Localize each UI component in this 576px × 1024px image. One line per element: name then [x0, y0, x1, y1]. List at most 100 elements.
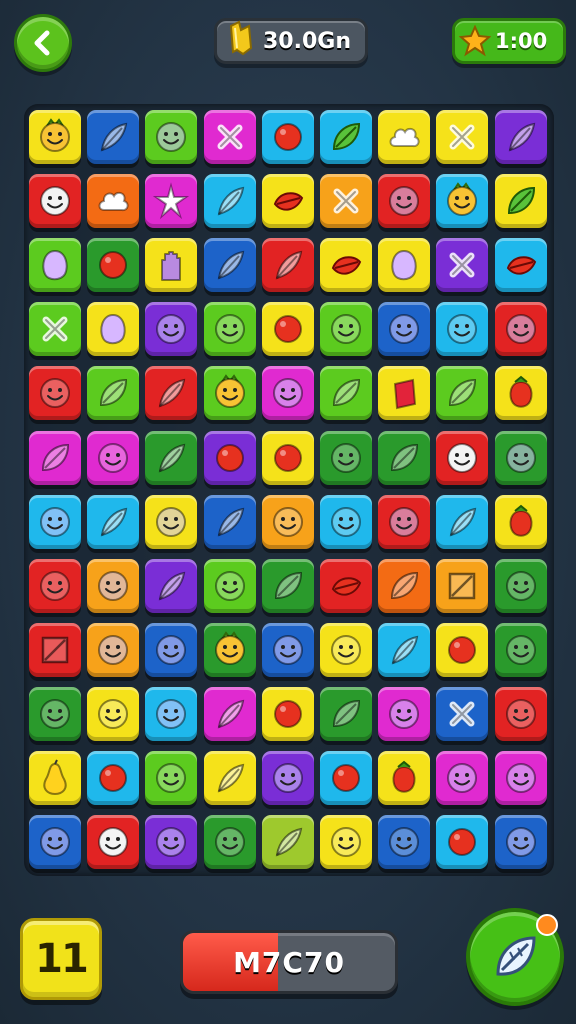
game-tile[interactable] [320, 238, 372, 293]
game-tile[interactable] [494, 110, 547, 164]
game-tile[interactable] [494, 494, 547, 549]
game-tile[interactable] [436, 366, 489, 421]
game-tile[interactable] [203, 751, 256, 805]
game-tile[interactable] [436, 238, 489, 293]
game-tile[interactable] [261, 302, 314, 357]
game-tile[interactable] [145, 430, 198, 485]
game-tile[interactable] [145, 494, 198, 549]
booster-button[interactable] [466, 908, 564, 1006]
game-tile[interactable] [494, 558, 547, 613]
game-tile[interactable] [320, 110, 372, 164]
game-tile[interactable] [494, 686, 547, 741]
game-tile[interactable] [203, 302, 256, 357]
game-tile[interactable] [436, 815, 489, 870]
game-tile[interactable] [145, 622, 198, 677]
game-tile[interactable] [436, 751, 489, 805]
game-tile[interactable] [320, 622, 372, 677]
game-tile[interactable] [87, 494, 140, 549]
game-tile[interactable] [29, 302, 81, 357]
game-tile[interactable] [378, 174, 431, 229]
game-tile[interactable] [29, 686, 81, 741]
game-tile[interactable] [436, 430, 489, 485]
game-tile[interactable] [494, 430, 547, 485]
game-tile[interactable] [29, 238, 81, 293]
game-tile[interactable] [320, 494, 372, 549]
game-tile[interactable] [87, 751, 140, 805]
game-tile[interactable] [378, 302, 431, 357]
game-tile[interactable] [29, 174, 81, 229]
game-tile[interactable] [494, 815, 547, 870]
back-button[interactable] [14, 14, 72, 72]
game-tile[interactable] [145, 238, 198, 293]
game-tile[interactable] [87, 174, 140, 229]
game-tile[interactable] [494, 238, 547, 293]
game-tile[interactable] [203, 366, 256, 421]
game-tile[interactable] [29, 751, 81, 805]
game-tile[interactable] [261, 622, 314, 677]
game-tile[interactable] [203, 686, 256, 741]
game-tile[interactable] [29, 558, 81, 613]
game-tile[interactable] [320, 751, 372, 805]
game-tile[interactable] [203, 110, 256, 164]
game-tile[interactable] [378, 558, 431, 613]
game-tile[interactable] [87, 238, 140, 293]
game-tile[interactable] [203, 494, 256, 549]
game-tile[interactable] [436, 558, 489, 613]
game-tile[interactable] [320, 302, 372, 357]
game-tile[interactable] [436, 174, 489, 229]
game-tile[interactable] [145, 174, 198, 229]
game-tile[interactable] [145, 110, 198, 164]
game-tile[interactable] [261, 110, 314, 164]
game-tile[interactable] [378, 110, 431, 164]
game-tile[interactable] [29, 430, 81, 485]
game-tile[interactable] [436, 302, 489, 357]
game-tile[interactable] [261, 430, 314, 485]
game-tile[interactable] [87, 302, 140, 357]
game-tile[interactable] [378, 494, 431, 549]
game-tile[interactable] [320, 558, 372, 613]
game-tile[interactable] [436, 686, 489, 741]
game-tile[interactable] [261, 815, 314, 870]
game-tile[interactable] [203, 430, 256, 485]
game-tile[interactable] [378, 751, 431, 805]
game-tile[interactable] [87, 430, 140, 485]
game-tile[interactable] [87, 366, 140, 421]
game-tile[interactable] [203, 238, 256, 293]
game-tile[interactable] [87, 110, 140, 164]
game-tile[interactable] [494, 366, 547, 421]
game-tile[interactable] [494, 622, 547, 677]
game-tile[interactable] [145, 302, 198, 357]
game-tile[interactable] [494, 174, 547, 229]
game-tile[interactable] [203, 558, 256, 613]
game-tile[interactable] [436, 110, 489, 164]
game-tile[interactable] [378, 815, 431, 870]
game-tile[interactable] [494, 751, 547, 805]
game-tile[interactable] [87, 815, 140, 870]
game-tile[interactable] [145, 815, 198, 870]
game-tile[interactable] [145, 558, 198, 613]
game-tile[interactable] [29, 110, 81, 164]
game-tile[interactable] [378, 430, 431, 485]
game-tile[interactable] [261, 751, 314, 805]
game-tile[interactable] [320, 686, 372, 741]
game-tile[interactable] [378, 622, 431, 677]
game-tile[interactable] [203, 815, 256, 870]
game-tile[interactable] [378, 238, 431, 293]
game-tile[interactable] [261, 686, 314, 741]
game-tile[interactable] [29, 622, 81, 677]
game-tile[interactable] [494, 302, 547, 357]
game-tile[interactable] [203, 174, 256, 229]
game-tile[interactable] [261, 238, 314, 293]
game-tile[interactable] [145, 686, 198, 741]
game-tile[interactable] [87, 558, 140, 613]
game-tile[interactable] [87, 622, 140, 677]
game-tile[interactable] [87, 686, 140, 741]
game-tile[interactable] [320, 815, 372, 870]
game-tile[interactable] [436, 494, 489, 549]
game-tile[interactable] [378, 686, 431, 741]
game-tile[interactable] [145, 751, 198, 805]
game-tile[interactable] [320, 430, 372, 485]
game-tile[interactable] [320, 366, 372, 421]
game-tile[interactable] [261, 366, 314, 421]
game-tile[interactable] [378, 366, 431, 421]
